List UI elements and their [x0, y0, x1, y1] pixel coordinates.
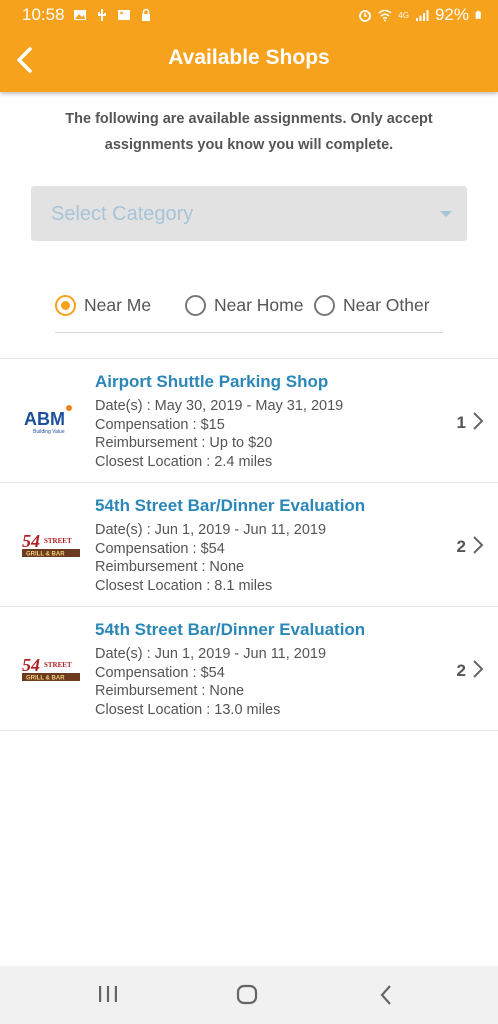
chevron-right-icon: [473, 660, 484, 678]
radio-near-other[interactable]: Near Other: [314, 295, 430, 316]
status-time: 10:58: [22, 5, 65, 24]
shop-details: Date(s) : Jun 1, 2019 - Jun 11, 2019 Com…: [95, 645, 326, 719]
intro-text: The following are available assignments.…: [65, 111, 433, 153]
alarm-icon: [359, 10, 372, 22]
shop-dates: Date(s) : May 30, 2019 - May 31, 2019: [95, 398, 344, 414]
wifi-icon: [378, 9, 392, 22]
54th-street-logo: 54 STREET GRILL & BAR: [22, 531, 80, 558]
shop-count: 2: [456, 537, 466, 556]
shop-list-item[interactable]: 54 STREET GRILL & BAR 54th Street Bar/Di…: [0, 607, 498, 731]
radio-label-near-other: Near Other: [343, 295, 430, 315]
battery-percentage: 92%: [434, 5, 469, 24]
svg-text:GRILL & BAR: GRILL & BAR: [26, 552, 65, 558]
shop-details: Date(s) : Jun 1, 2019 - Jun 11, 2019 Com…: [95, 521, 326, 595]
signal-icon: [415, 10, 429, 21]
shop-compensation: Compensation : $54: [95, 540, 225, 557]
location-filter: Near Me Near Home Near Other: [55, 290, 443, 333]
radio-near-me[interactable]: Near Me: [55, 295, 151, 316]
shop-closest-location: Closest Location : 2.4 miles: [95, 453, 273, 470]
shop-compensation: Compensation : $15: [95, 416, 225, 433]
shop-closest-location: Closest Location : 13.0 miles: [95, 701, 281, 718]
radio-unselected-icon: [185, 295, 206, 316]
radio-near-home[interactable]: Near Home: [185, 295, 303, 316]
svg-text:54: 54: [22, 531, 40, 551]
shop-list-item[interactable]: 54 STREET GRILL & BAR 54th Street Bar/Di…: [0, 483, 498, 607]
status-bar: 10:58 4G 92%: [0, 0, 498, 30]
svg-text:54: 54: [22, 655, 40, 675]
page-title: Available Shops: [168, 46, 330, 69]
radio-label-near-me: Near Me: [84, 295, 152, 315]
dropdown-caret-icon: [440, 211, 452, 217]
gallery-icon: [73, 10, 86, 20]
battery-icon: [475, 10, 481, 19]
category-select[interactable]: Select Category: [31, 186, 467, 241]
abm-logo: ABM Building Value: [24, 405, 72, 435]
home-icon[interactable]: [236, 984, 258, 1006]
app-header: 10:58 4G 92% Available Shops: [0, 0, 498, 92]
svg-text:STREET: STREET: [44, 537, 72, 545]
shop-title: Airport Shuttle Parking Shop: [95, 372, 329, 391]
shop-dates: Date(s) : Jun 1, 2019 - Jun 11, 2019: [95, 646, 327, 662]
network-type: 4G: [398, 10, 409, 20]
svg-text:GRILL & BAR: GRILL & BAR: [26, 676, 65, 682]
svg-text:STREET: STREET: [44, 661, 72, 669]
shop-list-item[interactable]: ABM Building Value Airport Shuttle Parki…: [0, 359, 498, 483]
shop-title: 54th Street Bar/Dinner Evaluation: [95, 496, 366, 515]
radio-unselected-icon: [314, 295, 335, 316]
system-nav-bar: [0, 966, 498, 1024]
shop-reimbursement: Reimbursement : None: [95, 559, 245, 576]
shop-count: 1: [456, 413, 466, 432]
shop-dates: Date(s) : Jun 1, 2019 - Jun 11, 2019: [95, 522, 327, 538]
recent-apps-icon[interactable]: [97, 984, 119, 1004]
chevron-right-icon: [473, 412, 484, 430]
back-icon[interactable]: [378, 984, 394, 1006]
chevron-right-icon: [473, 536, 484, 554]
shop-count: 2: [456, 661, 466, 680]
54th-street-logo: 54 STREET GRILL & BAR: [22, 655, 80, 682]
svg-text:Building Value: Building Value: [33, 429, 65, 435]
shop-title: 54th Street Bar/Dinner Evaluation: [95, 620, 366, 639]
shop-details: Date(s) : May 30, 2019 - May 31, 2019 Co…: [95, 397, 343, 471]
shop-list: ABM Building Value Airport Shuttle Parki…: [0, 358, 498, 731]
radio-selected-icon: [55, 295, 76, 316]
radio-label-near-home: Near Home: [214, 295, 304, 315]
shop-closest-location: Closest Location : 8.1 miles: [95, 577, 273, 594]
shop-reimbursement: Reimbursement : Up to $20: [95, 435, 273, 452]
image-icon: [117, 10, 130, 20]
lock-icon: [141, 8, 150, 21]
svg-text:ABM: ABM: [24, 409, 65, 429]
shop-compensation: Compensation : $54: [95, 664, 225, 681]
shop-reimbursement: Reimbursement : None: [95, 683, 245, 700]
category-select-placeholder: Select Category: [51, 203, 194, 225]
usb-icon: [97, 9, 106, 21]
